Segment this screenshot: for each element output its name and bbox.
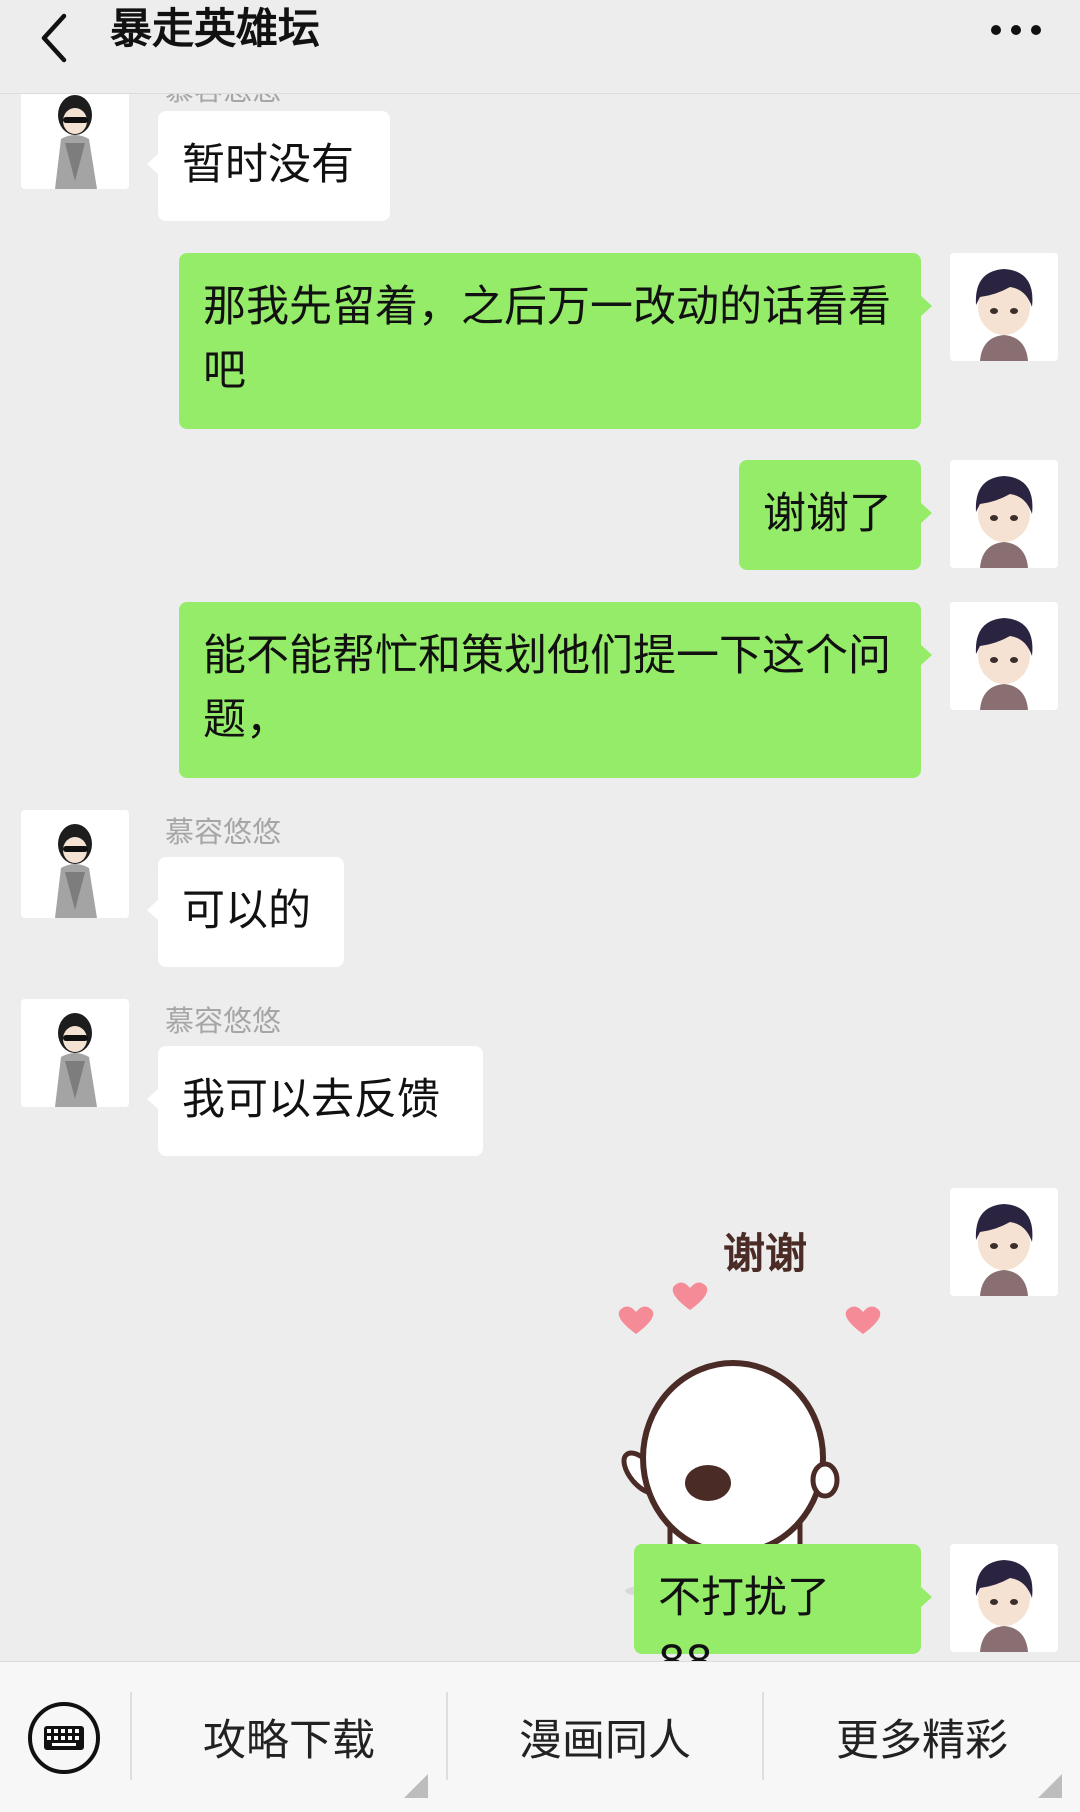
menu-label: 漫画同人	[519, 1716, 691, 1766]
message-bubble[interactable]: 能不能帮忙和策划他们提一下这个问题，	[179, 602, 932, 778]
more-dots-icon[interactable]	[988, 10, 1044, 50]
message-bubble[interactable]: 那我先留着，之后万一改动的话看看吧	[179, 253, 932, 429]
contact-avatar[interactable]	[21, 999, 129, 1107]
message-bubble[interactable]: 我可以去反馈	[147, 1046, 483, 1156]
heart-icon	[845, 1306, 881, 1334]
sender-name: 慕容悠悠	[165, 93, 281, 107]
my-avatar[interactable]	[950, 253, 1058, 361]
message-bubble[interactable]: 可以的	[147, 857, 344, 967]
message-bubble[interactable]: 谢谢了	[739, 460, 932, 570]
heart-icon	[618, 1306, 654, 1334]
submenu-indicator-icon	[1038, 1774, 1062, 1798]
chevron-left-icon[interactable]	[36, 8, 76, 68]
message-bubble[interactable]: 暂时没有	[147, 111, 390, 221]
keyboard-icon[interactable]	[26, 1700, 102, 1776]
submenu-indicator-icon	[404, 1774, 428, 1798]
menu-comics-fanart[interactable]: 漫画同人	[448, 1662, 762, 1812]
chat-header: 暴走英雄坛	[0, 0, 1080, 94]
my-avatar[interactable]	[950, 1544, 1058, 1652]
sender-name: 慕容悠悠	[165, 1004, 282, 1038]
heart-icon	[672, 1282, 708, 1310]
menu-more-highlights[interactable]: 更多精彩	[764, 1662, 1080, 1812]
message-list[interactable]: 慕容悠悠 暂时没有 那我先留着，之后万一改动的话看看吧 谢谢了 能不能帮忙和策划…	[0, 93, 1080, 1661]
contact-avatar[interactable]	[21, 810, 129, 918]
sticker-caption: 谢谢	[723, 1229, 807, 1278]
my-avatar[interactable]	[950, 602, 1058, 710]
chat-title: 暴走英雄坛	[110, 4, 321, 53]
menu-label: 更多精彩	[836, 1716, 1008, 1766]
my-avatar[interactable]	[950, 1188, 1058, 1296]
menu-strategy-download[interactable]: 攻略下载	[132, 1662, 446, 1812]
message-bubble[interactable]: 不打扰了 88	[634, 1544, 932, 1661]
bottom-menu-bar: 攻略下载 漫画同人 更多精彩	[0, 1661, 1080, 1812]
sender-name: 慕容悠悠	[165, 815, 282, 849]
contact-avatar[interactable]	[21, 93, 129, 189]
menu-label: 攻略下载	[203, 1716, 375, 1766]
my-avatar[interactable]	[950, 460, 1058, 568]
